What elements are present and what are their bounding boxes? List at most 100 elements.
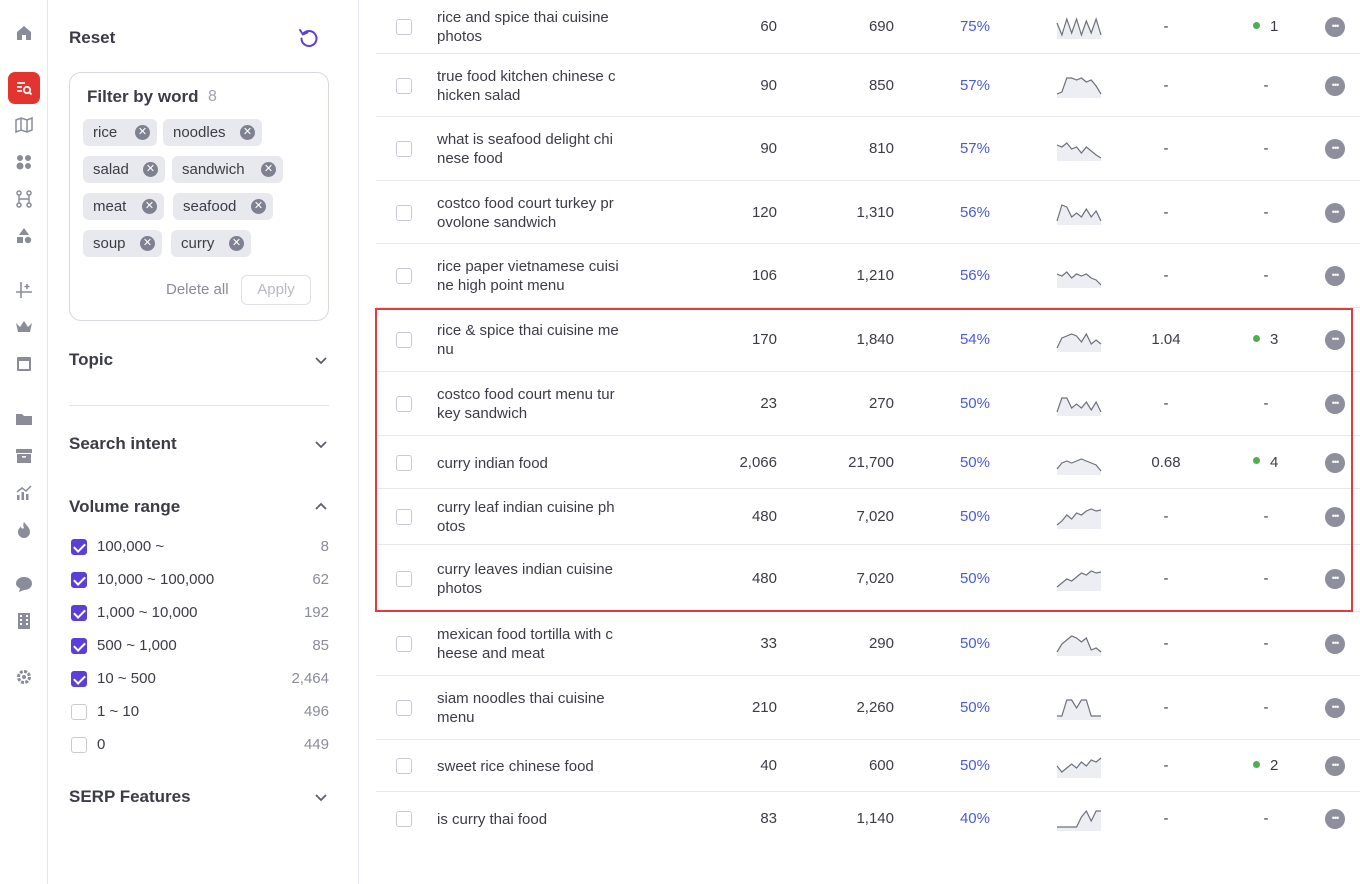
keyword-cell[interactable]: true food kitchen chinese chicken salad	[437, 67, 621, 105]
keyword-cell[interactable]: curry leaves indian cuisine photos	[437, 560, 621, 598]
shapes-icon[interactable]	[8, 220, 40, 252]
row-checkbox[interactable]	[396, 19, 412, 35]
crosshair-icon[interactable]	[8, 274, 40, 306]
delete-all-button[interactable]: Delete all	[166, 281, 229, 298]
keyword-cell[interactable]: rice & spice thai cuisine menu	[437, 321, 621, 359]
keyword-cell[interactable]: costco food court menu turkey sandwich	[437, 385, 621, 423]
more-options-icon[interactable]	[1325, 75, 1345, 96]
remove-chip-icon[interactable]: ✕	[143, 162, 158, 177]
more-options-icon[interactable]	[1325, 266, 1345, 286]
volume-checkbox[interactable]	[71, 671, 87, 687]
table-row[interactable]: siam noodles thai cuisine menu 210 2,260 50…	[376, 676, 1360, 740]
row-checkbox[interactable]	[396, 636, 412, 652]
browser-icon[interactable]	[8, 348, 40, 380]
serp-features-section-header[interactable]: SERP Features	[69, 785, 329, 811]
word-chip[interactable]: curry ✕	[171, 230, 251, 257]
word-chip[interactable]: sandwich ✕	[172, 156, 283, 183]
apply-button[interactable]: Apply	[241, 275, 311, 305]
chat-icon[interactable]	[8, 568, 40, 600]
more-options-icon[interactable]	[1325, 139, 1345, 159]
volume-range-option[interactable]: 10 ~ 500 2,464	[69, 668, 329, 690]
table-row[interactable]: is curry thai food 83 1,140 40% - -	[376, 792, 1360, 846]
row-checkbox[interactable]	[396, 570, 412, 587]
reset-label[interactable]: Reset	[69, 28, 115, 48]
volume-range-section-header[interactable]: Volume range	[69, 495, 329, 521]
table-row[interactable]: rice and spice thai cuisine photos 60 690 7…	[376, 0, 1360, 54]
volume-range-option[interactable]: 10,000 ~ 100,000 62	[69, 569, 329, 591]
audience-icon[interactable]	[8, 146, 40, 178]
table-row[interactable]: what is seafood delight chinese food 90 81…	[376, 117, 1360, 181]
table-row[interactable]: curry leaves indian cuisine photos 480 7,0…	[376, 545, 1360, 612]
volume-range-option[interactable]: 1 ~ 10 496	[69, 701, 329, 723]
keyword-cell[interactable]: rice paper vietnamese cuisine high point…	[437, 257, 621, 295]
remove-chip-icon[interactable]: ✕	[142, 199, 157, 214]
map-icon[interactable]	[8, 109, 40, 141]
table-row[interactable]: costco food court menu turkey sandwich 23…	[376, 372, 1360, 436]
keyword-cell[interactable]: curry leaf indian cuisine photos	[437, 498, 621, 536]
keyword-cell[interactable]: is curry thai food	[437, 810, 621, 829]
more-options-icon[interactable]	[1325, 202, 1345, 223]
volume-checkbox[interactable]	[71, 737, 87, 753]
remove-chip-icon[interactable]: ✕	[135, 125, 150, 140]
word-chip[interactable]: soup ✕	[83, 230, 162, 257]
building-icon[interactable]	[8, 605, 40, 637]
remove-chip-icon[interactable]: ✕	[140, 236, 155, 251]
table-row[interactable]: costco food court turkey provolone sandw…	[376, 181, 1360, 244]
volume-checkbox[interactable]	[71, 539, 87, 555]
more-options-icon[interactable]	[1325, 756, 1345, 776]
remove-chip-icon[interactable]: ✕	[251, 199, 266, 214]
more-options-icon[interactable]	[1325, 452, 1345, 473]
keyword-cell[interactable]: siam noodles thai cuisine menu	[437, 689, 621, 727]
keyword-research-icon[interactable]	[8, 72, 40, 104]
more-options-icon[interactable]	[1325, 568, 1345, 589]
volume-range-option[interactable]: 500 ~ 1,000 85	[69, 635, 329, 657]
settings-icon[interactable]	[8, 661, 40, 693]
volume-checkbox[interactable]	[71, 605, 87, 621]
word-chip[interactable]: rice ✕	[83, 119, 157, 146]
row-checkbox[interactable]	[396, 332, 412, 348]
word-chip[interactable]: meat ✕	[83, 193, 164, 220]
volume-range-option[interactable]: 100,000 ~ 8	[69, 536, 329, 558]
word-chip[interactable]: salad ✕	[83, 156, 165, 183]
row-checkbox[interactable]	[396, 77, 412, 94]
keyword-cell[interactable]: rice and spice thai cuisine photos	[437, 8, 621, 46]
more-options-icon[interactable]	[1325, 330, 1345, 350]
remove-chip-icon[interactable]: ✕	[261, 162, 276, 177]
volume-range-option[interactable]: 1,000 ~ 10,000 192	[69, 602, 329, 624]
remove-chip-icon[interactable]: ✕	[229, 236, 244, 251]
folder-icon[interactable]	[8, 403, 40, 435]
volume-range-option[interactable]: 0 449	[69, 734, 329, 756]
reset-icon[interactable]	[297, 26, 321, 50]
home-icon[interactable]	[8, 17, 40, 49]
table-row[interactable]: rice & spice thai cuisine menu 170 1,840 54…	[376, 308, 1360, 372]
row-checkbox[interactable]	[396, 141, 412, 157]
remove-chip-icon[interactable]: ✕	[240, 125, 255, 140]
search-intent-section-header[interactable]: Search intent	[69, 432, 329, 458]
row-checkbox[interactable]	[396, 811, 412, 827]
analytics-icon[interactable]	[8, 477, 40, 509]
row-checkbox[interactable]	[396, 268, 412, 284]
fire-icon[interactable]	[8, 514, 40, 546]
word-chip[interactable]: noodles ✕	[163, 119, 262, 146]
topic-section-header[interactable]: Topic	[69, 348, 329, 374]
table-row[interactable]: true food kitchen chinese chicken salad 9…	[376, 54, 1360, 117]
more-options-icon[interactable]	[1325, 17, 1345, 37]
workflow-icon[interactable]	[8, 183, 40, 215]
keyword-cell[interactable]: sweet rice chinese food	[437, 757, 621, 776]
table-row[interactable]: mexican food tortilla with cheese and me…	[376, 612, 1360, 676]
more-options-icon[interactable]	[1325, 809, 1345, 829]
crown-icon[interactable]	[8, 311, 40, 343]
table-row[interactable]: rice paper vietnamese cuisine high point…	[376, 244, 1360, 308]
row-checkbox[interactable]	[396, 700, 412, 716]
more-options-icon[interactable]	[1325, 394, 1345, 414]
word-chip[interactable]: seafood ✕	[173, 193, 273, 220]
archive-icon[interactable]	[8, 440, 40, 472]
row-checkbox[interactable]	[396, 758, 412, 774]
row-checkbox[interactable]	[396, 509, 412, 525]
more-options-icon[interactable]	[1325, 698, 1345, 718]
table-row[interactable]: sweet rice chinese food 40 600 50% - 2	[376, 740, 1360, 792]
volume-checkbox[interactable]	[71, 704, 87, 720]
keyword-cell[interactable]: curry indian food	[437, 454, 621, 473]
keyword-cell[interactable]: mexican food tortilla with cheese and me…	[437, 625, 621, 663]
keyword-cell[interactable]: what is seafood delight chinese food	[437, 130, 621, 168]
